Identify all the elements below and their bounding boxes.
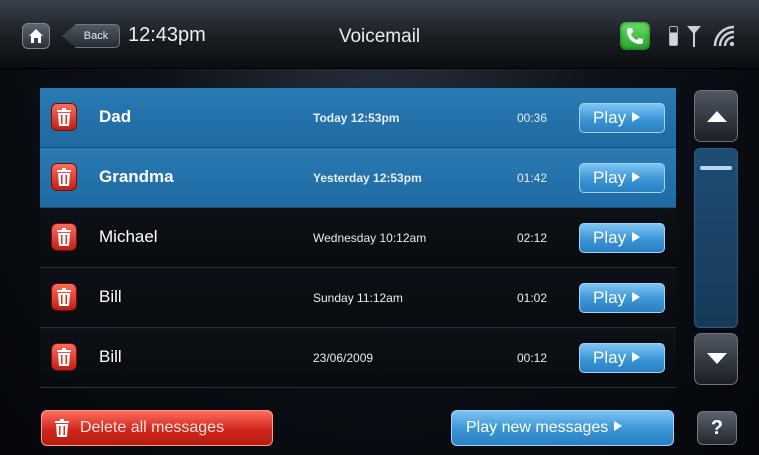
voicemail-list: Dad Today 12:53pm 00:36 Play Grandma Yes…: [40, 88, 676, 388]
message-date: Today 12:53pm: [313, 111, 400, 125]
trash-icon: [57, 168, 71, 186]
list-item[interactable]: Michael Wednesday 10:12am 02:12 Play: [40, 208, 676, 268]
list-item[interactable]: Bill Sunday 11:12am 01:02 Play: [40, 268, 676, 328]
play-new-label: Play new messages: [466, 419, 609, 436]
message-date: Sunday 11:12am: [313, 291, 403, 305]
caller-name: Bill: [99, 287, 122, 306]
play-arrow-icon: [614, 421, 623, 431]
delete-message-button[interactable]: [52, 344, 76, 370]
message-duration: 01:42: [517, 171, 548, 185]
play-label: Play: [593, 168, 627, 187]
wifi-icon: [713, 25, 735, 47]
chevron-down-icon: [707, 353, 727, 364]
message-duration: 00:36: [517, 111, 548, 125]
voicemail-screen: Back 12:43pm Voicemail Dad Today 12:53pm…: [0, 0, 759, 455]
phone-icon[interactable]: [620, 22, 650, 50]
caller-name: Dad: [99, 107, 132, 126]
scrollbar-thumb[interactable]: [700, 166, 732, 170]
play-arrow-icon: [632, 112, 641, 122]
delete-all-button[interactable]: Delete all messages: [41, 410, 273, 446]
delete-message-button[interactable]: [52, 164, 76, 190]
play-label: Play: [593, 348, 627, 367]
play-button[interactable]: Play: [579, 103, 665, 133]
help-button[interactable]: ?: [697, 411, 737, 445]
play-button[interactable]: Play: [579, 163, 665, 193]
play-label: Play: [593, 108, 627, 127]
scroll-down-button[interactable]: [694, 333, 738, 385]
trash-icon: [57, 108, 71, 126]
play-arrow-icon: [632, 352, 641, 362]
scrollbar-track[interactable]: [694, 148, 738, 328]
trash-icon: [57, 348, 71, 366]
top-bar: Back 12:43pm Voicemail: [0, 0, 759, 69]
trash-icon: [55, 419, 69, 437]
battery-icon: [669, 26, 678, 46]
message-date: 23/06/2009: [313, 351, 374, 365]
play-label: Play: [593, 288, 627, 307]
play-button[interactable]: Play: [579, 283, 665, 313]
chevron-up-icon: [707, 111, 727, 122]
play-button[interactable]: Play: [579, 223, 665, 253]
delete-all-label: Delete all messages: [80, 419, 225, 436]
caller-name: Bill: [99, 347, 122, 366]
delete-message-button[interactable]: [52, 224, 76, 250]
play-label: Play: [593, 228, 627, 247]
play-button[interactable]: Play: [579, 343, 665, 373]
caller-name: Michael: [99, 227, 158, 246]
message-date: Yesterday 12:53pm: [313, 171, 422, 185]
message-duration: 00:12: [517, 351, 548, 365]
message-duration: 02:12: [517, 231, 548, 245]
list-item[interactable]: Bill 23/06/2009 00:12 Play: [40, 328, 676, 388]
play-new-messages-button[interactable]: Play new messages: [451, 410, 674, 446]
scroll-up-button[interactable]: [694, 90, 738, 142]
trash-icon: [57, 288, 71, 306]
play-arrow-icon: [632, 292, 641, 302]
message-date: Wednesday 10:12am: [313, 231, 427, 245]
delete-message-button[interactable]: [52, 104, 76, 130]
list-item[interactable]: Dad Today 12:53pm 00:36 Play: [40, 88, 676, 148]
delete-message-button[interactable]: [52, 284, 76, 310]
play-arrow-icon: [632, 232, 641, 242]
play-arrow-icon: [632, 172, 641, 182]
list-item[interactable]: Grandma Yesterday 12:53pm 01:42 Play: [40, 148, 676, 208]
caller-name: Grandma: [99, 167, 174, 186]
message-duration: 01:02: [517, 291, 548, 305]
trash-icon: [57, 228, 71, 246]
signal-icon: [687, 26, 701, 47]
